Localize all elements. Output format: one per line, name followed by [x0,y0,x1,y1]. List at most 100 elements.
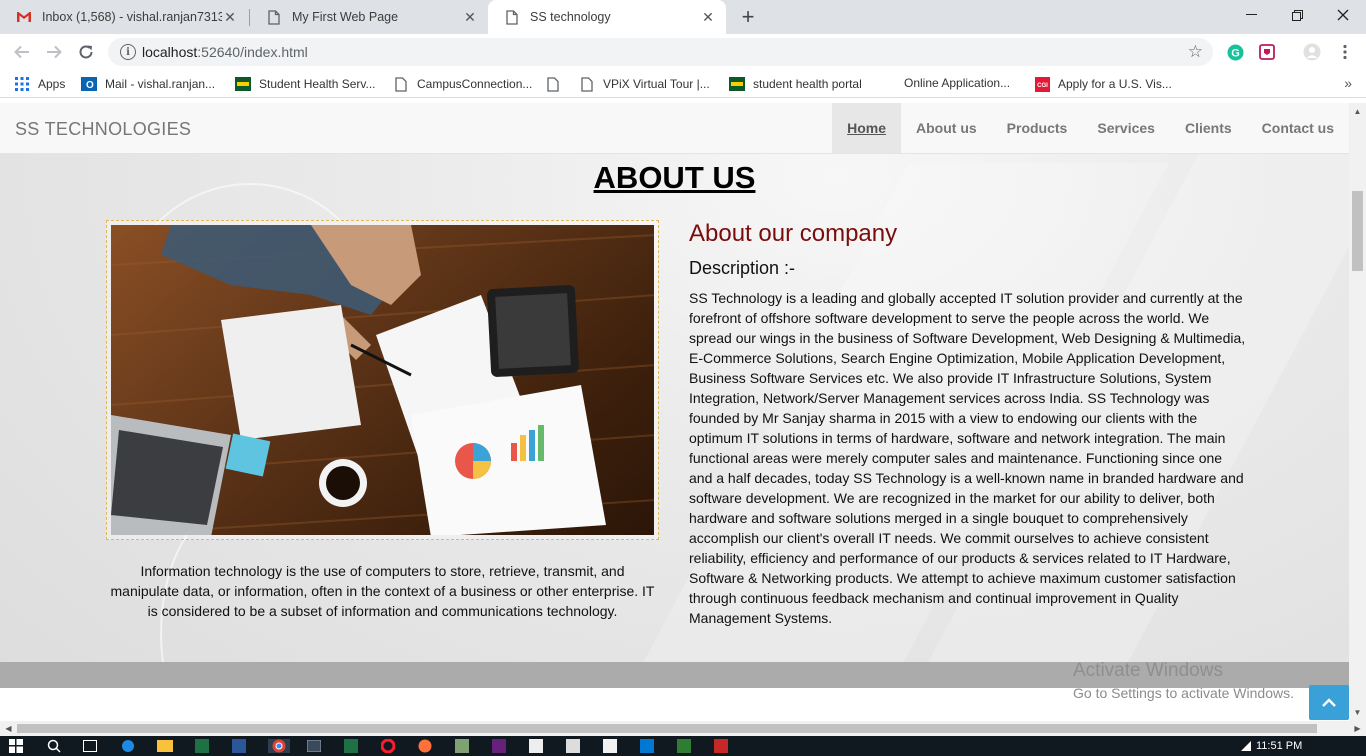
tab-title: Inbox (1,568) - vishal.ranjan7313 [42,10,222,24]
bookmark-apps[interactable]: Apps [14,76,65,92]
page-icon [266,9,282,25]
page-icon [504,9,520,25]
app-icon[interactable] [454,739,470,753]
gmail-icon [16,9,32,25]
bookmark-vpix[interactable]: VPiX Virtual Tour |... [579,76,710,92]
reload-icon[interactable] [74,40,98,64]
scroll-to-top-button[interactable] [1309,685,1349,720]
about-image-frame [106,220,659,540]
app-icon[interactable] [528,739,544,753]
url-text: localhost:52640/index.html [142,44,308,60]
minimize-icon[interactable] [1228,0,1274,30]
page-icon [545,76,561,92]
outlook-icon: O [81,76,97,92]
site-nav-links: Home About us Products Services Clients … [832,103,1349,153]
page-viewport: SS TECHNOLOGIES Home About us Products S… [0,103,1349,721]
taskbar-clock[interactable]: 11:51 PM [1256,740,1302,752]
close-tab-icon[interactable]: ✕ [462,9,478,25]
network-icon[interactable] [1238,739,1254,753]
scroll-thumb[interactable] [1352,191,1363,271]
svg-text:CGI: CGI [1037,83,1048,89]
address-bar[interactable]: i localhost:52640/index.html ☆ [108,38,1213,66]
firefox-icon[interactable] [417,739,433,753]
scroll-down-icon[interactable]: ▼ [1349,704,1366,721]
restore-icon[interactable] [1274,0,1320,30]
new-tab-icon[interactable]: + [737,6,759,28]
app-icon[interactable] [343,739,359,753]
bookmark-mail[interactable]: O Mail - vishal.ranjan... [81,76,215,92]
scroll-left-icon[interactable]: ◀ [0,721,17,736]
image-caption: Information technology is the use of com… [110,563,655,619]
tab-ss-technology[interactable]: SS technology ✕ [488,0,726,34]
profile-avatar-icon[interactable] [1303,43,1321,61]
nav-about-us[interactable]: About us [901,103,992,153]
menu-icon[interactable] [1336,43,1354,61]
tab-strip: Inbox (1,568) - vishal.ranjan7313 ✕ My F… [0,0,1366,34]
forward-icon[interactable] [42,40,66,64]
back-icon[interactable] [10,40,34,64]
bookmark-student-health[interactable]: Student Health Serv... [235,76,376,92]
edge-icon[interactable] [120,739,136,753]
scroll-up-icon[interactable]: ▲ [1349,103,1366,120]
activate-windows-subtitle: Go to Settings to activate Windows. [1073,685,1294,701]
page-icon [393,76,409,92]
nav-contact-us[interactable]: Contact us [1247,103,1349,153]
page-icon [579,76,595,92]
tab-first-web-page[interactable]: My First Web Page ✕ [250,0,488,34]
tab-gmail[interactable]: Inbox (1,568) - vishal.ranjan7313 ✕ [0,0,248,34]
windows-taskbar: 11:51 PM [0,736,1366,756]
bookmark-student-health-portal[interactable]: student health portal [729,76,862,92]
site-brand[interactable]: SS TECHNOLOGIES [15,119,191,140]
visual-studio-icon[interactable] [491,739,507,753]
bookmark-campusconnection[interactable]: CampusConnection... [393,76,532,92]
cgi-icon: CGI [1034,76,1050,92]
svg-text:G: G [1231,47,1240,59]
task-view-icon[interactable] [82,739,98,753]
file-explorer-icon[interactable] [157,739,173,753]
word-icon[interactable] [231,739,247,753]
bookmark-untitled[interactable] [545,76,569,92]
page-heading: ABOUT US [593,160,756,195]
app-icon[interactable] [306,739,322,753]
tab-title: My First Web Page [292,10,399,24]
horizontal-scrollbar[interactable]: ◀ ▶ [0,721,1366,736]
close-tab-icon[interactable]: ✕ [222,9,238,25]
svg-text:O: O [86,80,94,91]
company-description: SS Technology is a leading and globally … [689,290,1246,626]
vscode-icon[interactable] [639,739,655,753]
bookmark-us-visa[interactable]: CGI Apply for a U.S. Vis... [1034,76,1172,92]
vertical-scrollbar[interactable]: ▲ ▼ [1349,103,1366,721]
nav-clients[interactable]: Clients [1170,103,1247,153]
nav-home[interactable]: Home [832,103,902,153]
apps-grid-icon [14,76,30,92]
activate-windows-title: Activate Windows [1073,660,1223,681]
close-tab-icon[interactable]: ✕ [700,9,716,25]
app-icon[interactable] [713,739,729,753]
windows-start-icon[interactable] [8,739,24,753]
browser-toolbar: i localhost:52640/index.html ☆ G [0,34,1366,70]
site-info-icon[interactable]: i [120,44,136,60]
office-desk-image [111,225,654,535]
extension-shield-icon[interactable] [1258,43,1276,61]
bookmarks-bar: Apps O Mail - vishal.ranjan... Student H… [0,70,1366,98]
tab-title: SS technology [530,10,611,24]
search-icon[interactable] [46,739,62,753]
bookmark-star-icon[interactable]: ☆ [1188,42,1203,62]
ndsu-icon [729,76,745,92]
nav-products[interactable]: Products [992,103,1083,153]
scroll-right-icon[interactable]: ▶ [1349,721,1366,736]
bookmark-online-application[interactable]: Online Application... [904,76,1010,90]
opera-icon[interactable] [380,739,396,753]
more-bookmarks-icon[interactable]: » [1344,75,1352,91]
excel-icon[interactable] [194,739,210,753]
scroll-thumb[interactable] [17,724,1317,733]
close-window-icon[interactable] [1320,0,1366,30]
grammarly-icon[interactable]: G [1226,43,1244,61]
store-icon[interactable] [602,739,618,753]
about-company-title: About our company [689,220,898,247]
app-icon[interactable] [565,739,581,753]
chrome-icon[interactable] [268,739,290,753]
nav-services[interactable]: Services [1082,103,1170,153]
app-icon[interactable] [676,739,692,753]
site-navbar: SS TECHNOLOGIES Home About us Products S… [0,103,1349,154]
